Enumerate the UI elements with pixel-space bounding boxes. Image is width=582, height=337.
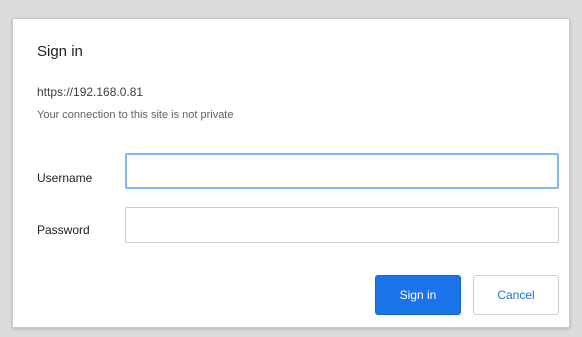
sign-in-button[interactable]: Sign in (375, 275, 461, 315)
password-label: Password (37, 223, 90, 237)
dialog-title: Sign in (37, 43, 83, 60)
sign-in-dialog: Sign in https://192.168.0.81 Your connec… (12, 18, 570, 328)
privacy-warning: Your connection to this site is not priv… (37, 109, 234, 121)
cancel-button[interactable]: Cancel (473, 275, 559, 315)
password-field[interactable] (125, 207, 559, 243)
username-label: Username (37, 171, 93, 185)
site-origin: https://192.168.0.81 (37, 85, 144, 99)
username-field[interactable] (125, 153, 559, 189)
